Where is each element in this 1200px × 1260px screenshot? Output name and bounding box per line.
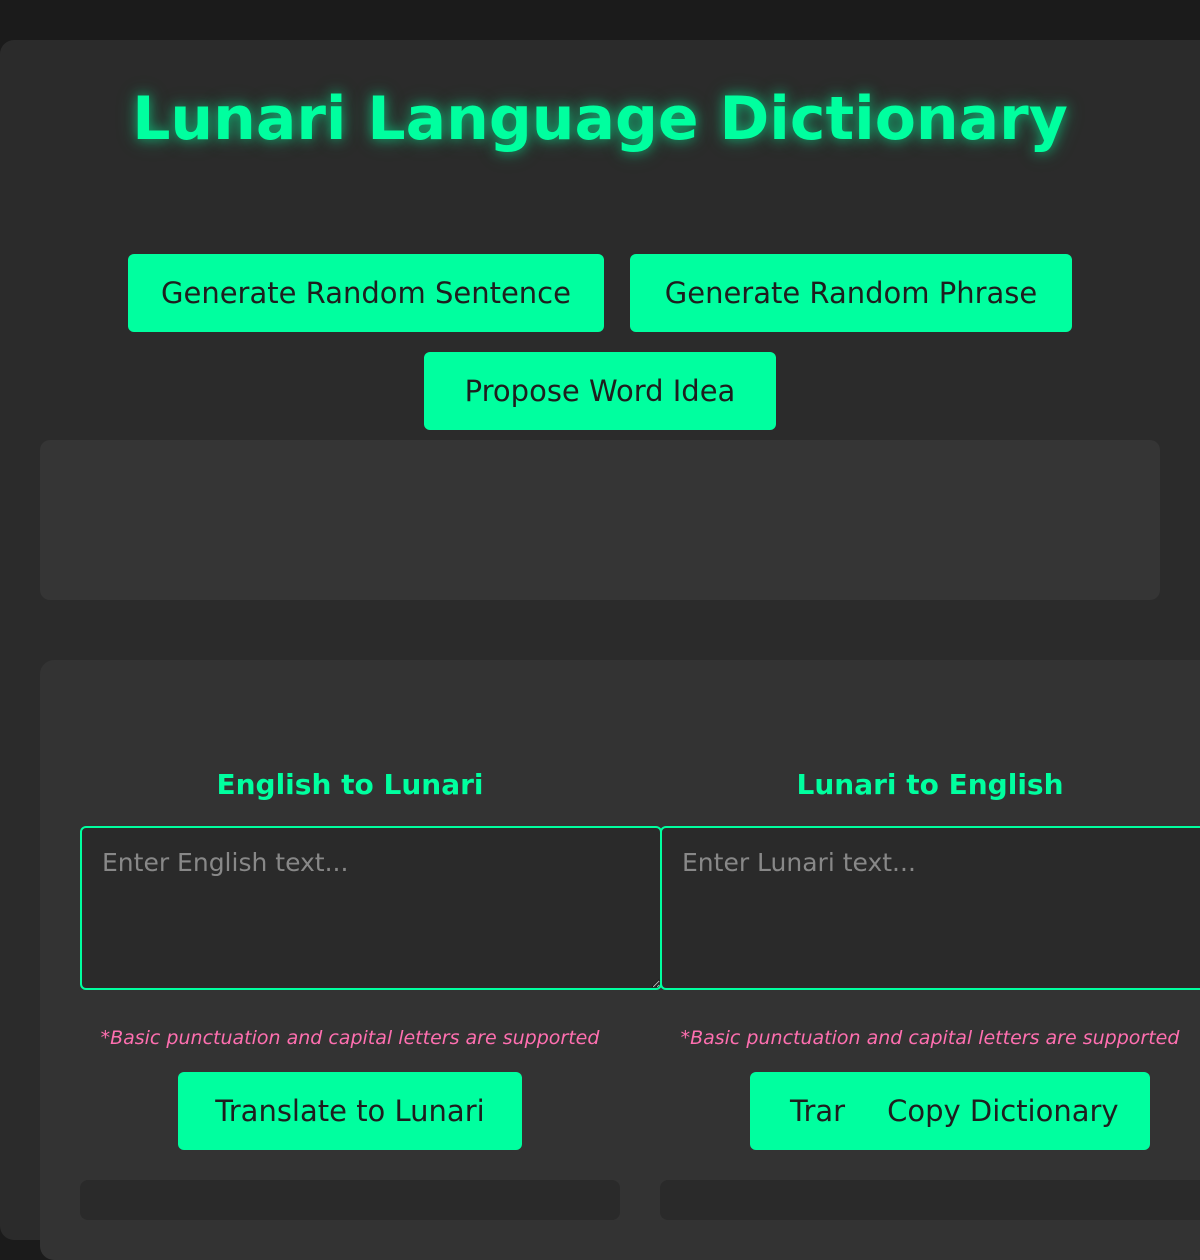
english-result-box (80, 1180, 620, 1220)
generate-random-sentence-button[interactable]: Generate Random Sentence (128, 254, 604, 332)
english-note: *Basic punctuation and capital letters a… (100, 1027, 600, 1049)
lunari-to-english-title: Lunari to English (796, 768, 1064, 801)
translate-to-english-label: Trar (790, 1094, 846, 1128)
translate-to-lunari-button[interactable]: Translate to Lunari (178, 1072, 522, 1150)
english-input[interactable] (80, 826, 662, 990)
lunari-result-box (660, 1180, 1200, 1220)
lunari-note: *Basic punctuation and capital letters a… (680, 1027, 1180, 1049)
copy-dictionary-button[interactable]: Copy Dictionary (887, 1094, 1119, 1128)
page-title: Lunari Language Dictionary (132, 84, 1068, 154)
lunari-input[interactable] (660, 826, 1200, 990)
english-to-lunari-title: English to Lunari (216, 768, 484, 801)
generate-random-phrase-button[interactable]: Generate Random Phrase (630, 254, 1072, 332)
generated-output-box (40, 440, 1160, 600)
translate-to-english-button[interactable]: Trar Copy Dictionary (750, 1072, 1150, 1150)
propose-word-idea-button[interactable]: Propose Word Idea (424, 352, 776, 430)
